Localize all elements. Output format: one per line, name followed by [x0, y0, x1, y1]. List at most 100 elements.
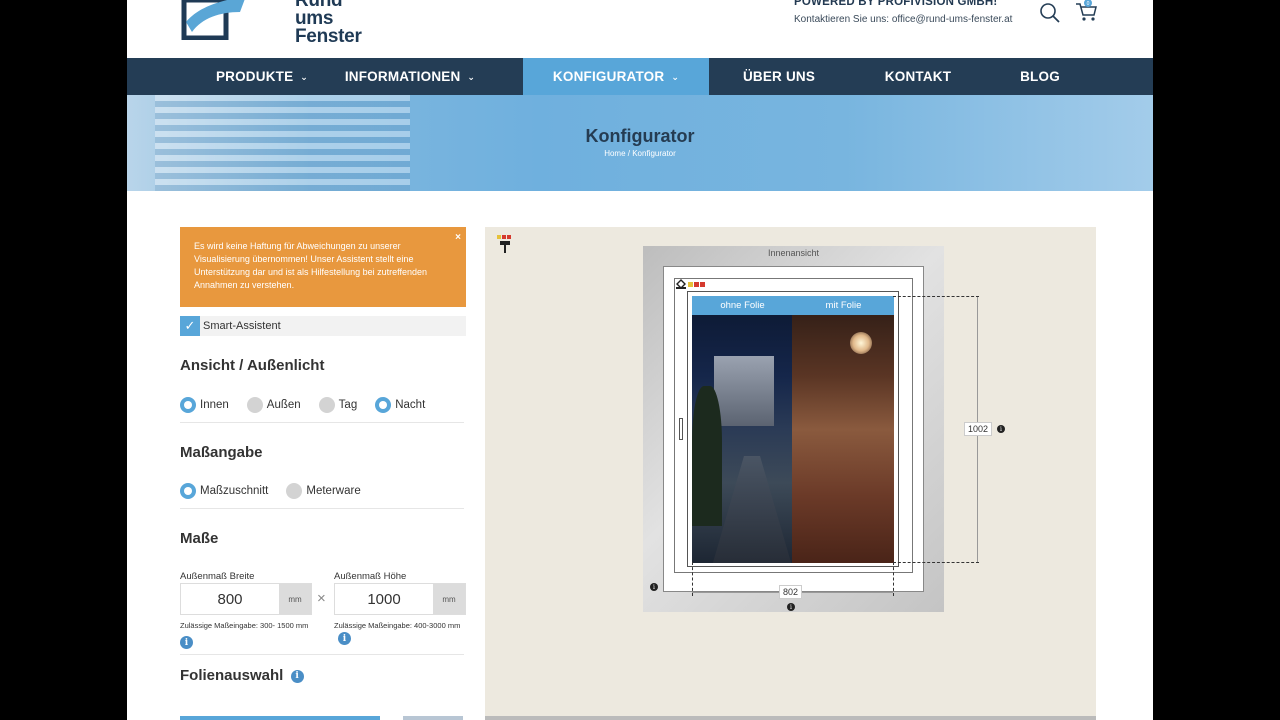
height-input[interactable]: 1000 mm	[334, 583, 466, 615]
nav-label: INFORMATIONEN	[344, 69, 461, 84]
glass-outline	[687, 291, 899, 567]
contact-block: POWERED BY PROFIVISION GMBH! Kontaktiere…	[794, 0, 1012, 25]
view-section-heading: Ansicht / Außenlicht	[180, 357, 325, 374]
unit-label: mm	[433, 584, 465, 614]
nav-item-konfigurator[interactable]: KONFIGURATOR ⌄	[523, 58, 709, 95]
radio-selected-icon[interactable]	[180, 397, 196, 413]
height-value[interactable]: 1000	[335, 584, 433, 614]
width-input[interactable]: 800 mm	[180, 583, 312, 615]
panel-scrollbar[interactable]	[485, 716, 1096, 720]
paint-bucket-icon[interactable]	[675, 278, 687, 290]
color-swatch[interactable]	[694, 281, 699, 287]
info-icon[interactable]: i	[338, 632, 351, 645]
chevron-down-icon: ⌄	[467, 72, 476, 82]
divider	[180, 654, 464, 655]
info-icon[interactable]: i	[650, 583, 658, 591]
view-radio-group: Innen Außen Tag Nacht	[180, 397, 443, 413]
unit-label: mm	[279, 584, 311, 614]
divider	[180, 508, 464, 509]
logo-text: Rund ums Fenster	[295, 0, 362, 46]
film-thumbnail[interactable]	[403, 716, 463, 720]
radio-meterware[interactable]: Meterware	[286, 483, 361, 499]
radio-label: Maßzuschnitt	[200, 485, 269, 497]
height-hint-text: Zulässige Maßeingabe: 400-3000 mm	[334, 621, 461, 630]
radio-unselected-icon[interactable]	[286, 483, 303, 499]
nav-label: KONTAKT	[884, 69, 952, 84]
radio-unselected-icon[interactable]	[246, 397, 263, 413]
chevron-down-icon: ⌄	[671, 72, 680, 82]
disclaimer-notice: × Es wird keine Haftung für Abweichungen…	[180, 227, 466, 307]
nav-item-ueber-uns[interactable]: ÜBER UNS	[709, 58, 849, 95]
width-value[interactable]: 800	[181, 584, 279, 614]
measure-section-heading: Maßangabe	[180, 444, 263, 461]
checkbox-checked-icon[interactable]: ✓	[180, 316, 200, 336]
nav-item-informationen[interactable]: INFORMATIONEN ⌄	[344, 58, 476, 95]
nav-label: KONFIGURATOR	[552, 69, 665, 84]
film-section-heading: Folienauswahl i	[180, 667, 304, 684]
chevron-down-icon: ⌄	[300, 72, 309, 82]
radio-unselected-icon[interactable]	[318, 397, 335, 413]
dimension-guide	[692, 562, 693, 596]
logo-icon	[181, 0, 245, 41]
width-label: Außenmaß Breite	[180, 571, 255, 582]
cart-count: 0	[1087, 1, 1090, 7]
info-icon[interactable]: i	[290, 669, 304, 683]
nav-label: PRODUKTE	[215, 69, 294, 84]
notice-text: Es wird keine Haftung für Abweichungen z…	[194, 241, 427, 290]
nav-label: BLOG	[1020, 69, 1060, 84]
dimension-guide	[893, 562, 979, 563]
width-hint-text: Zulässige Maßeingabe: 300- 1500 mm	[180, 621, 309, 630]
nav-label: ÜBER UNS	[742, 69, 816, 84]
radio-selected-icon[interactable]	[375, 397, 392, 413]
nav-item-blog[interactable]: BLOG	[987, 58, 1093, 95]
window-handle	[679, 418, 683, 440]
info-icon[interactable]: i	[180, 636, 193, 649]
height-dimension: 1002	[964, 422, 993, 436]
dimension-guide	[893, 296, 979, 297]
smart-assistant-toggle[interactable]: ✓ Smart-Assistent	[180, 316, 466, 336]
info-icon[interactable]: i	[997, 425, 1005, 433]
radio-aussen[interactable]: Außen	[246, 397, 301, 413]
radio-innen[interactable]: Innen	[180, 397, 229, 413]
main-nav: PRODUKTE ⌄ INFORMATIONEN ⌄ KONFIGURATOR ⌄ Ü…	[127, 58, 1153, 95]
search-icon[interactable]	[1039, 2, 1061, 24]
view-label: Innenansicht	[767, 248, 820, 258]
dimensions-heading: Maße	[180, 530, 219, 547]
info-icon[interactable]: i	[787, 603, 795, 611]
page: Rund ums Fenster POWERED BY PROFIVISION …	[127, 0, 1153, 720]
times-sign: ×	[317, 590, 326, 607]
dimension-guide	[893, 562, 894, 596]
preview-panel: Innenansicht ohne Folie mit Folie 1002 i…	[485, 227, 1096, 720]
cart-icon[interactable]: 0	[1075, 0, 1099, 24]
close-icon[interactable]: ×	[455, 231, 461, 244]
width-dimension: 802	[779, 585, 803, 599]
radio-label: Tag	[338, 399, 358, 411]
color-swatch[interactable]	[700, 281, 705, 287]
film-option-selected[interactable]	[180, 716, 380, 720]
logo-line-3: Fenster	[295, 26, 362, 47]
width-hint: Zulässige Maßeingabe: 300- 1500 mm i	[180, 620, 320, 649]
radio-masszuschnitt[interactable]: Maßzuschnitt	[180, 483, 268, 499]
radio-label: Innen	[200, 399, 229, 411]
page-banner: Konfigurator Home / Konfigurator	[127, 95, 1153, 191]
smart-assistant-label: Smart-Assistent	[203, 320, 281, 332]
radio-label: Meterware	[306, 485, 361, 497]
paint-roller-icon[interactable]	[497, 235, 515, 255]
page-title: Konfigurator	[585, 126, 695, 146]
color-swatch[interactable]	[688, 281, 693, 287]
radio-selected-icon[interactable]	[180, 483, 196, 499]
breadcrumb[interactable]: Home / Konfigurator	[127, 149, 1153, 158]
company-name: POWERED BY PROFIVISION GMBH!	[794, 0, 998, 8]
contact-line[interactable]: Kontaktieren Sie uns: office@rund-ums-fe…	[794, 14, 1012, 25]
film-heading-text: Folienauswahl	[180, 667, 284, 684]
divider	[180, 422, 464, 423]
radio-label: Außen	[266, 399, 301, 411]
radio-nacht[interactable]: Nacht	[375, 397, 425, 413]
logo[interactable]: Rund ums Fenster	[180, 0, 362, 46]
height-hint: Zulässige Maßeingabe: 400-3000 mm i	[334, 620, 464, 645]
nav-item-kontakt[interactable]: KONTAKT	[849, 58, 987, 95]
radio-tag[interactable]: Tag	[318, 397, 358, 413]
measure-radio-group: Maßzuschnitt Meterware	[180, 483, 379, 499]
window-tools	[675, 278, 705, 290]
height-label: Außenmaß Höhe	[334, 571, 407, 582]
